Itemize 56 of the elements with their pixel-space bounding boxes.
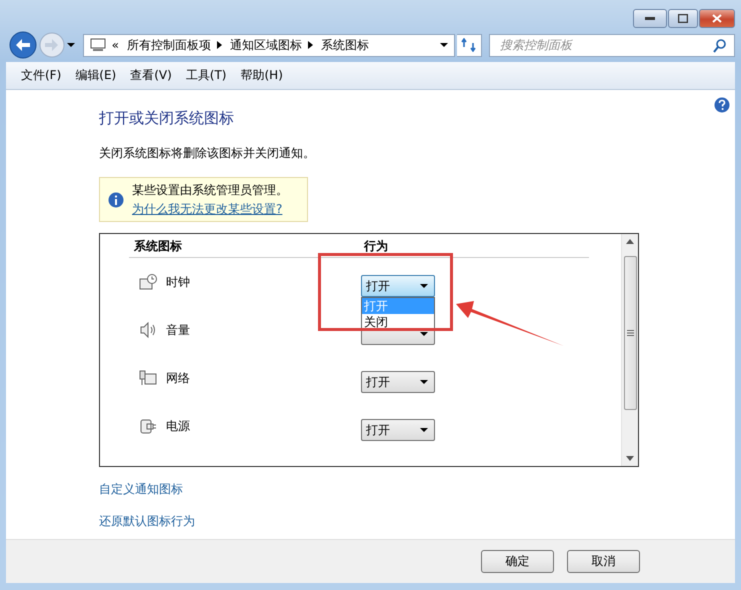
notice-text: 某些设置由系统管理员管理。 (132, 182, 288, 198)
menu-item[interactable]: 编辑(E) (68, 67, 124, 84)
behavior-dropdown[interactable]: 打开 (361, 275, 435, 297)
icon-name: 音量 (166, 322, 191, 338)
speaker-icon (139, 322, 157, 338)
action-link[interactable]: 还原默认图标行为 (99, 513, 195, 530)
column-header: 行为 (364, 238, 389, 255)
scroll-up-icon[interactable] (626, 239, 634, 244)
icon-name: 电源 (166, 418, 191, 434)
info-icon (108, 192, 124, 208)
grip-icon (626, 330, 634, 336)
back-button[interactable] (9, 31, 37, 59)
behavior-dropdown[interactable]: 打开 (361, 371, 435, 393)
icon-name: 网络 (166, 370, 191, 386)
action-link[interactable]: 自定义通知图标 (99, 481, 183, 498)
description: 关闭系统图标将删除该图标并关闭通知。 (99, 145, 316, 162)
search-icon (713, 38, 728, 52)
menu-item[interactable]: 文件(F) (14, 67, 68, 84)
refresh-button[interactable] (457, 34, 482, 56)
address-caret-icon (440, 43, 448, 47)
history-caret-icon (66, 43, 75, 47)
clock-icon (139, 274, 157, 290)
separator-arrow-icon (216, 41, 222, 49)
breadcrumb[interactable]: 通知区域图标 (230, 36, 302, 54)
breadcrumb[interactable]: 所有控制面板项 (126, 36, 211, 54)
maximize-button[interactable] (668, 9, 698, 28)
address-bar[interactable]: « 所有控制面板项 通知区域图标 系统图标 (82, 34, 456, 56)
help-link[interactable]: 为什么我无法更改某些设置? (132, 200, 288, 218)
icon-name: 时钟 (166, 274, 191, 290)
menu-item[interactable]: 帮助(H) (234, 67, 290, 84)
refresh-icon (461, 38, 478, 52)
close-button[interactable] (699, 9, 735, 28)
scrollbar[interactable] (621, 234, 638, 466)
minimize-icon (645, 16, 655, 20)
minimize-button[interactable] (633, 9, 667, 28)
maximize-icon (678, 14, 688, 23)
network-icon (139, 370, 157, 386)
column-header: 系统图标 (134, 238, 183, 255)
caret-icon (420, 428, 428, 432)
search-field[interactable]: 搜索控制面板 (489, 34, 736, 56)
computer-icon (90, 38, 106, 52)
dialog-button[interactable]: 确定 (481, 550, 554, 573)
page-heading: 打开或关闭系统图标 (99, 109, 234, 128)
help-icon[interactable] (714, 97, 730, 113)
menu-item[interactable]: 工具(T) (178, 67, 234, 84)
plug-icon (139, 418, 157, 434)
menu-item[interactable]: 查看(V) (123, 67, 179, 84)
overflow-chevron[interactable]: « (112, 38, 119, 52)
close-icon (712, 14, 722, 23)
caret-icon (420, 284, 428, 288)
breadcrumb[interactable]: 系统图标 (320, 36, 369, 54)
dialog-button[interactable]: 取消 (567, 550, 640, 573)
behavior-dropdown[interactable]: 打开 (361, 419, 435, 441)
scroll-down-icon[interactable] (626, 456, 634, 461)
separator-arrow-icon (308, 41, 313, 49)
caret-icon (420, 380, 428, 384)
